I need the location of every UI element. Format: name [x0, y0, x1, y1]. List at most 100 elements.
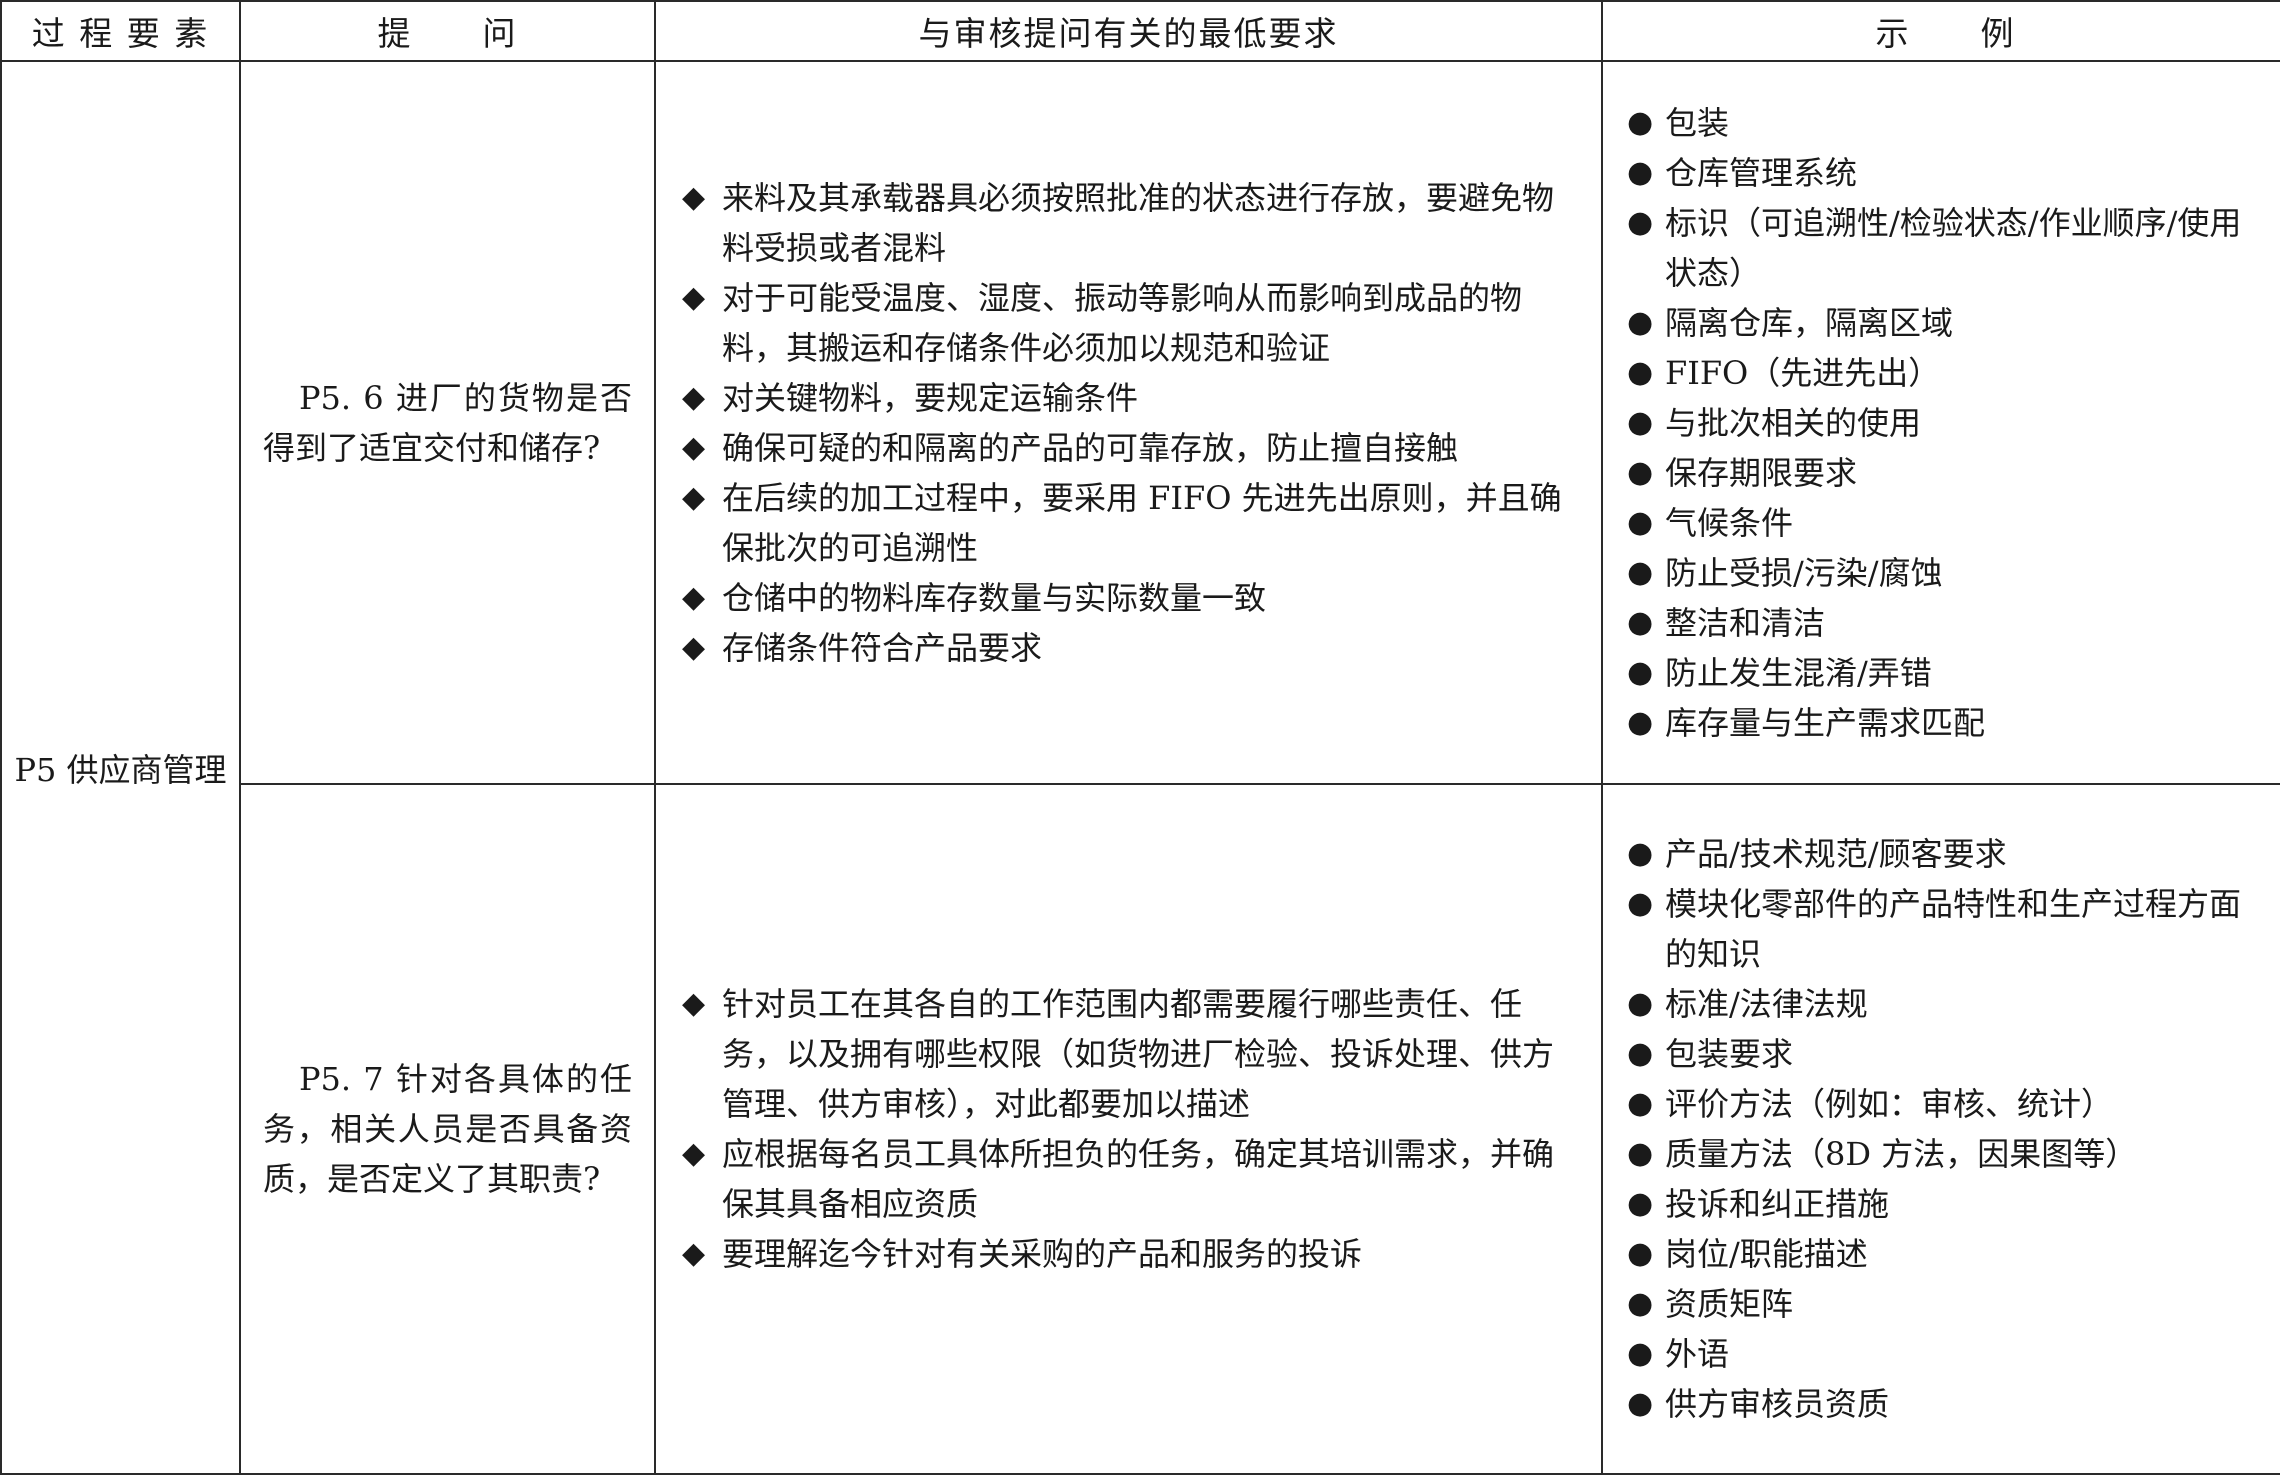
requirements-list: ◆ 针对员工在其各自的工作范围内都需要履行哪些责任、任务，以及拥有哪些权限（如货物…	[656, 979, 1601, 1279]
dot-bullet-icon: ●	[1627, 704, 1654, 740]
list-item: ● 仓库管理系统	[1625, 148, 2272, 198]
list-item: ◆ 对关键物料，要规定运输条件	[682, 373, 1579, 423]
dot-bullet-icon: ●	[1627, 604, 1654, 640]
list-item-text: 防止受损/污染/腐蚀	[1665, 553, 1943, 592]
dot-bullet-icon: ●	[1627, 404, 1654, 440]
examples-list: ● 产品/技术规范/顾客要求 ● 模块化零部件的产品特性和生产过程方面的知识 ● 标准/法…	[1603, 829, 2280, 1429]
list-item-text: 防止发生混淆/弄错	[1665, 653, 1932, 692]
list-item: ● 包装	[1625, 98, 2272, 148]
dot-bullet-icon: ●	[1627, 354, 1654, 390]
list-item-text: FIFO（先进先出）	[1665, 353, 1941, 392]
header-question: 提 问	[239, 0, 656, 62]
dot-bullet-icon: ●	[1627, 154, 1654, 190]
requirements-cell: ◆ 来料及其承载器具必须按照批准的状态进行存放，要避免物料受损或者混料 ◆ 对于可能受…	[654, 60, 1603, 785]
table-row: P5. 7 针对各具体的任务，相关人员是否具备资质，是否定义了其职责? ◆ 针对员…	[1, 783, 2280, 1475]
diamond-bullet-icon: ◆	[682, 986, 706, 1021]
dot-bullet-icon: ●	[1627, 1286, 1654, 1321]
question-cell: P5. 6 进厂的货物是否得到了适宜交付和储存?	[239, 60, 656, 785]
list-item-text: 与批次相关的使用	[1665, 403, 1922, 442]
list-item: ◆ 来料及其承载器具必须按照批准的状态进行存放，要避免物料受损或者混料	[682, 173, 1579, 273]
process-element-cell: P5 供应商管理	[0, 60, 241, 1475]
list-item: ● FIFO（先进先出）	[1625, 348, 2272, 398]
list-item: ● 包装要求	[1625, 1029, 2272, 1079]
table-row: P5 供应商管理 P5. 6 进厂的货物是否得到了适宜交付和储存? ◆ 来料及其承…	[0, 60, 2280, 1475]
list-item-text: 产品/技术规范/顾客要求	[1665, 835, 2007, 873]
list-item: ● 资质矩阵	[1625, 1279, 2272, 1329]
list-item-text: 库存量与生产需求匹配	[1665, 703, 1986, 742]
examples-list: ● 包装 ● 仓库管理系统 ● 标识（可追溯性/检验状态/作业顺序/使用状态） ● 隔离仓库，…	[1603, 98, 2280, 748]
audit-requirements-table: 过 程 要 素 提 问 与审核提问有关的最低要求 示 例 P5 供应商管理 P5…	[0, 0, 2280, 1475]
dot-bullet-icon: ●	[1627, 1086, 1654, 1121]
dot-bullet-icon: ●	[1627, 1236, 1654, 1271]
list-item: ◆ 仓储中的物料库存数量与实际数量一致	[682, 573, 1579, 623]
list-item: ● 产品/技术规范/顾客要求	[1625, 829, 2272, 879]
list-item-text: 针对员工在其各自的工作范围内都需要履行哪些责任、任务，以及拥有哪些权限（如货物进…	[722, 985, 1555, 1123]
dot-bullet-icon: ●	[1627, 204, 1654, 240]
list-item: ◆ 在后续的加工过程中，要采用 FIFO 先进先出原则，并且确保批次的可追溯性	[682, 473, 1579, 573]
header-examples: 示 例	[1601, 0, 2280, 62]
table-header-row: 过 程 要 素 提 问 与审核提问有关的最低要求 示 例	[0, 0, 2280, 62]
list-item: ● 投诉和纠正措施	[1625, 1179, 2272, 1229]
list-item: ● 气候条件	[1625, 498, 2272, 548]
list-item: ◆ 确保可疑的和隔离的产品的可靠存放，防止擅自接触	[682, 423, 1579, 473]
list-item-text: 外语	[1665, 1335, 1730, 1373]
diamond-bullet-icon: ◆	[682, 429, 706, 465]
list-item: ● 标识（可追溯性/检验状态/作业顺序/使用状态）	[1625, 198, 2272, 298]
list-item: ◆ 对于可能受温度、湿度、振动等影响从而影响到成品的物料，其搬运和存储条件必须加以…	[682, 273, 1579, 373]
list-item: ● 评价方法（例如：审核、统计）	[1625, 1079, 2272, 1129]
list-item-text: 对关键物料，要规定运输条件	[722, 378, 1139, 417]
list-item: ● 整洁和清洁	[1625, 598, 2272, 648]
dot-bullet-icon: ●	[1627, 554, 1654, 590]
list-item-text: 评价方法（例如：审核、统计）	[1665, 1085, 2114, 1123]
list-item-text: 标识（可追溯性/检验状态/作业顺序/使用状态）	[1665, 203, 2242, 292]
list-item-text: 供方审核员资质	[1665, 1385, 1890, 1423]
list-item: ● 与批次相关的使用	[1625, 398, 2272, 448]
dot-bullet-icon: ●	[1627, 1386, 1654, 1421]
dot-bullet-icon: ●	[1627, 1336, 1654, 1371]
list-item: ● 外语	[1625, 1329, 2272, 1379]
list-item: ◆ 要理解迄今针对有关采购的产品和服务的投诉	[682, 1229, 1579, 1279]
diamond-bullet-icon: ◆	[682, 579, 706, 615]
list-item: ● 防止受损/污染/腐蚀	[1625, 548, 2272, 598]
list-item-text: 存储条件符合产品要求	[722, 628, 1043, 667]
list-item: ◆ 应根据每名员工具体所担负的任务，确定其培训需求，并确保其具备相应资质	[682, 1129, 1579, 1229]
list-item-text: 保存期限要求	[1665, 453, 1858, 492]
dot-bullet-icon: ●	[1627, 104, 1654, 140]
list-item: ● 防止发生混淆/弄错	[1625, 648, 2272, 698]
list-item-text: 标准/法律法规	[1665, 985, 1868, 1023]
list-item: ◆ 存储条件符合产品要求	[682, 623, 1579, 673]
diamond-bullet-icon: ◆	[682, 1136, 706, 1171]
diamond-bullet-icon: ◆	[682, 279, 706, 315]
question-cell: P5. 7 针对各具体的任务，相关人员是否具备资质，是否定义了其职责?	[239, 783, 656, 1475]
header-min-requirements: 与审核提问有关的最低要求	[654, 0, 1603, 62]
list-item: ● 质量方法（8D 方法，因果图等）	[1625, 1129, 2272, 1179]
dot-bullet-icon: ●	[1627, 1186, 1654, 1221]
list-item-text: 要理解迄今针对有关采购的产品和服务的投诉	[722, 1235, 1363, 1273]
list-item-text: 岗位/职能描述	[1665, 1235, 1868, 1273]
list-item: ● 模块化零部件的产品特性和生产过程方面的知识	[1625, 879, 2272, 979]
list-item-text: 在后续的加工过程中，要采用 FIFO 先进先出原则，并且确保批次的可追溯性	[722, 478, 1562, 567]
examples-cell: ● 产品/技术规范/顾客要求 ● 模块化零部件的产品特性和生产过程方面的知识 ● 标准/法…	[1601, 783, 2280, 1475]
dot-bullet-icon: ●	[1627, 1136, 1654, 1171]
list-item-text: 资质矩阵	[1665, 1285, 1794, 1323]
list-item-text: 确保可疑的和隔离的产品的可靠存放，防止擅自接触	[722, 428, 1459, 467]
examples-cell: ● 包装 ● 仓库管理系统 ● 标识（可追溯性/检验状态/作业顺序/使用状态） ● 隔离仓库，…	[1601, 60, 2280, 785]
question-text: P5. 6 进厂的货物是否得到了适宜交付和储存?	[263, 378, 632, 467]
diamond-bullet-icon: ◆	[682, 1236, 706, 1271]
list-item-text: 应根据每名员工具体所担负的任务，确定其培训需求，并确保其具备相应资质	[722, 1135, 1555, 1223]
list-item: ● 隔离仓库，隔离区域	[1625, 298, 2272, 348]
dot-bullet-icon: ●	[1627, 1036, 1654, 1071]
list-item-text: 隔离仓库，隔离区域	[1665, 303, 1954, 342]
diamond-bullet-icon: ◆	[682, 629, 706, 665]
list-item: ● 岗位/职能描述	[1625, 1229, 2272, 1279]
list-item-text: 来料及其承载器具必须按照批准的状态进行存放，要避免物料受损或者混料	[722, 178, 1555, 267]
requirements-cell: ◆ 针对员工在其各自的工作范围内都需要履行哪些责任、任务，以及拥有哪些权限（如货物…	[654, 783, 1603, 1475]
list-item: ● 供方审核员资质	[1625, 1379, 2272, 1429]
requirements-list: ◆ 来料及其承载器具必须按照批准的状态进行存放，要避免物料受损或者混料 ◆ 对于可能受…	[656, 173, 1601, 673]
diamond-bullet-icon: ◆	[682, 379, 706, 415]
list-item-text: 仓储中的物料库存数量与实际数量一致	[722, 578, 1267, 617]
process-element-label: P5 供应商管理	[14, 750, 227, 789]
list-item-text: 对于可能受温度、湿度、振动等影响从而影响到成品的物料，其搬运和存储条件必须加以规…	[722, 278, 1523, 367]
list-item: ● 标准/法律法规	[1625, 979, 2272, 1029]
dot-bullet-icon: ●	[1627, 304, 1654, 340]
